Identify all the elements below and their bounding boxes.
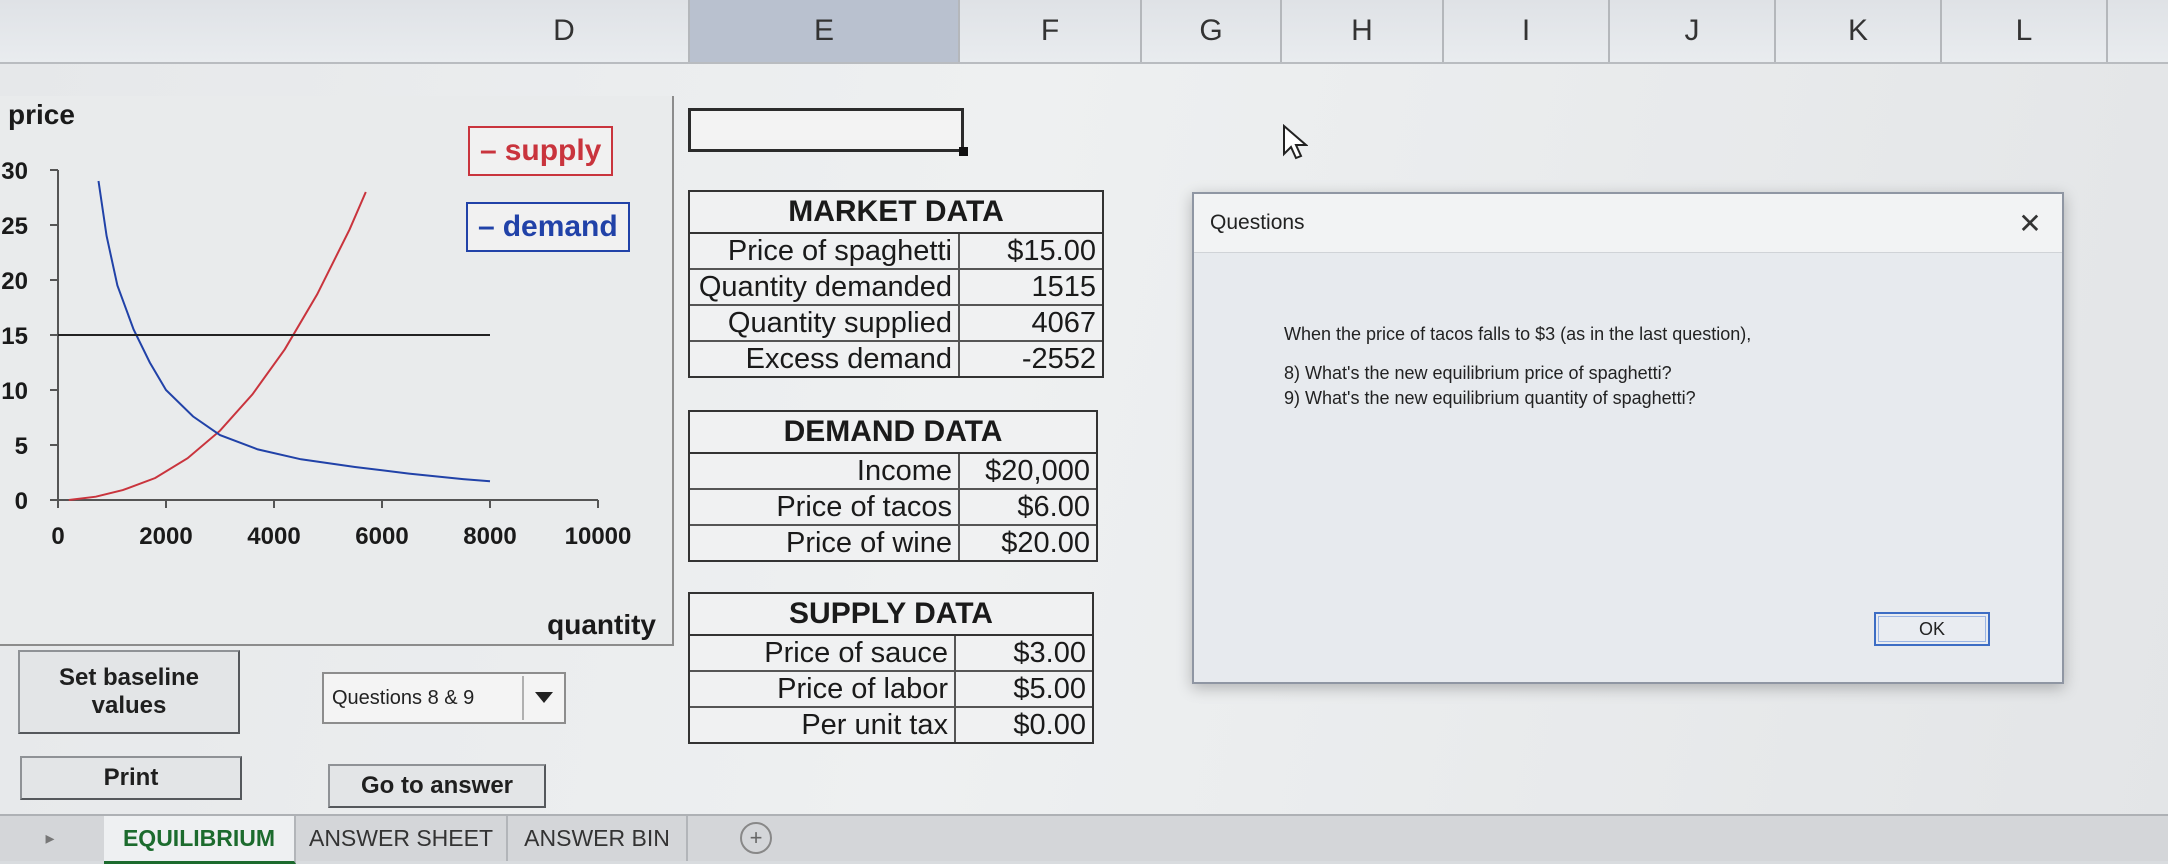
sheet-tab-bar: ▸ EQUILIBRIUM ANSWER SHEET ANSWER BIN + xyxy=(0,814,2168,864)
dialog-question-8: 8) What's the new equilibrium price of s… xyxy=(1284,363,1672,383)
close-icon[interactable]: ✕ xyxy=(2012,207,2048,240)
demand-value[interactable]: $20,000 xyxy=(960,454,1096,488)
x-tick-label: 2000 xyxy=(139,523,192,550)
go-to-answer-label: Go to answer xyxy=(360,772,514,800)
table-row: Price of labor $5.00 xyxy=(690,672,1092,708)
supply-label: Price of labor xyxy=(690,672,956,706)
demand-value[interactable]: $6.00 xyxy=(960,490,1096,524)
add-sheet-icon[interactable]: + xyxy=(740,822,772,854)
dialog-question-9: 9) What's the new equilibrium quantity o… xyxy=(1284,388,1696,408)
y-tick-label: 10 xyxy=(1,378,28,405)
table-row: Income $20,000 xyxy=(690,454,1096,490)
legend-supply-swatch: – xyxy=(480,134,497,167)
questions-dialog: Questions ✕ When the price of tacos fall… xyxy=(1192,192,2064,684)
supply-value[interactable]: $0.00 xyxy=(956,708,1092,742)
column-header-e[interactable]: E xyxy=(690,0,960,62)
dialog-title-bar[interactable]: Questions ✕ xyxy=(1194,194,2062,253)
column-header-f[interactable]: F xyxy=(960,0,1142,62)
print-label: Print xyxy=(103,764,159,792)
market-label: Quantity demanded xyxy=(690,270,960,304)
dialog-body: When the price of tacos falls to $3 (as … xyxy=(1284,322,1751,411)
table-row: Per unit tax $0.00 xyxy=(690,708,1092,742)
supply-label: Per unit tax xyxy=(690,708,956,742)
legend-demand: – demand xyxy=(466,202,630,252)
demand-label: Price of tacos xyxy=(690,490,960,524)
dialog-intro: When the price of tacos falls to $3 (as … xyxy=(1284,324,1752,344)
set-baseline-button[interactable]: Set baseline values xyxy=(18,650,240,734)
market-data-table: MARKET DATA Price of spaghetti $15.00 Qu… xyxy=(688,190,1104,378)
legend-demand-swatch: – xyxy=(478,210,495,243)
demand-data-title: DEMAND DATA xyxy=(690,412,1096,454)
y-tick-label: 25 xyxy=(1,213,28,240)
x-tick-label: 8000 xyxy=(463,523,516,550)
legend-supply: – supply xyxy=(468,126,614,176)
demand-data-table: DEMAND DATA Income $20,000 Price of taco… xyxy=(688,410,1098,562)
x-axis-title: quantity xyxy=(547,609,656,640)
market-value[interactable]: 1515 xyxy=(960,270,1102,304)
x-tick-label: 6000 xyxy=(355,523,408,550)
market-value[interactable]: -2552 xyxy=(960,342,1102,376)
set-baseline-label: Set baseline values xyxy=(58,664,200,719)
ok-button[interactable]: OK xyxy=(1874,612,1990,646)
print-button[interactable]: Print xyxy=(20,756,242,800)
column-header-j[interactable]: J xyxy=(1610,0,1776,62)
y-tick-label: 30 xyxy=(1,158,28,185)
table-row: Quantity supplied 4067 xyxy=(690,306,1102,342)
column-header-k[interactable]: K xyxy=(1776,0,1942,62)
market-value[interactable]: $15.00 xyxy=(960,234,1102,268)
question-dropdown-value: Questions 8 & 9 xyxy=(332,686,475,709)
chevron-down-icon[interactable] xyxy=(522,676,564,720)
market-value[interactable]: 4067 xyxy=(960,306,1102,340)
market-label: Excess demand xyxy=(690,342,960,376)
question-dropdown[interactable]: Questions 8 & 9 xyxy=(322,672,566,724)
mouse-pointer-icon xyxy=(1283,124,1308,160)
column-header-bar: D E F G H I J K L xyxy=(0,0,2168,64)
column-header-d[interactable]: D xyxy=(440,0,690,62)
column-header-l[interactable]: L xyxy=(1942,0,2108,62)
dialog-title: Questions xyxy=(1210,211,1305,234)
fill-handle[interactable] xyxy=(959,147,968,156)
table-row: Price of wine $20.00 xyxy=(690,526,1096,560)
demand-label: Income xyxy=(690,454,960,488)
supply-label: Price of sauce xyxy=(690,636,956,670)
market-label: Price of spaghetti xyxy=(690,234,960,268)
tab-answer-bin[interactable]: ANSWER BIN xyxy=(508,816,688,861)
table-row: Price of tacos $6.00 xyxy=(690,490,1096,526)
y-tick-label: 20 xyxy=(1,268,28,295)
series-line-demand xyxy=(97,180,491,483)
column-header-g[interactable]: G xyxy=(1142,0,1282,62)
x-tick-label: 10000 xyxy=(565,523,632,550)
supply-value[interactable]: $3.00 xyxy=(956,636,1092,670)
demand-value[interactable]: $20.00 xyxy=(960,526,1096,560)
y-tick-label: 5 xyxy=(15,433,28,460)
x-tick-label: 0 xyxy=(51,523,64,550)
tab-equilibrium[interactable]: EQUILIBRIUM xyxy=(104,816,296,864)
table-row: Quantity demanded 1515 xyxy=(690,270,1102,306)
supply-demand-chart[interactable]: 0 5 10 15 20 25 30 0 2000 4000 6000 8000 10000 price q… xyxy=(0,96,674,646)
supply-data-title: SUPPLY DATA xyxy=(690,594,1092,636)
series-line-supply xyxy=(68,191,367,501)
y-axis-title: price xyxy=(8,99,75,130)
y-tick-label: 15 xyxy=(1,323,28,350)
table-row: Price of sauce $3.00 xyxy=(690,636,1092,672)
selected-cell[interactable] xyxy=(688,108,968,156)
tab-scroll-icon[interactable]: ▸ xyxy=(0,816,100,861)
column-header-h[interactable]: H xyxy=(1282,0,1444,62)
ok-label: OK xyxy=(1918,618,1945,639)
table-row: Price of spaghetti $15.00 xyxy=(690,234,1102,270)
legend-demand-label: demand xyxy=(502,210,618,243)
column-header-i[interactable]: I xyxy=(1444,0,1610,62)
y-tick-label: 0 xyxy=(15,488,28,515)
market-label: Quantity supplied xyxy=(690,306,960,340)
supply-data-table: SUPPLY DATA Price of sauce $3.00 Price o… xyxy=(688,592,1094,744)
supply-value[interactable]: $5.00 xyxy=(956,672,1092,706)
legend-supply-label: supply xyxy=(504,134,602,167)
tab-answer-sheet[interactable]: ANSWER SHEET xyxy=(296,816,508,861)
x-tick-label: 4000 xyxy=(247,523,300,550)
go-to-answer-button[interactable]: Go to answer xyxy=(328,764,546,808)
table-row: Excess demand -2552 xyxy=(690,342,1102,376)
chart-svg: 0 5 10 15 20 25 30 0 2000 4000 6000 8000 10000 price q… xyxy=(1,99,656,640)
demand-label: Price of wine xyxy=(690,526,960,560)
market-data-title: MARKET DATA xyxy=(690,192,1102,234)
